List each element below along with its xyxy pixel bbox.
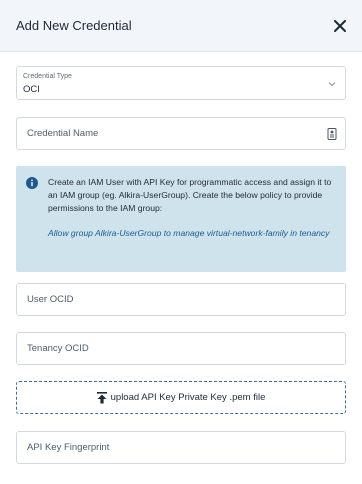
tenancy-ocid-placeholder: Tenancy OCID	[27, 343, 89, 354]
credential-type-value: OCI	[23, 84, 40, 95]
upload-label: upload API Key Private Key .pem file	[110, 392, 266, 403]
credential-name-placeholder: Credential Name	[27, 128, 99, 139]
api-key-fingerprint-field[interactable]: API Key Fingerprint	[16, 431, 346, 464]
dialog-title: Add New Credential	[16, 18, 132, 33]
upload-pem-button[interactable]: upload API Key Private Key .pem file	[16, 381, 346, 414]
info-text: Create an IAM User with API Key for prog…	[48, 177, 332, 213]
id-card-icon	[327, 128, 337, 140]
info-box: Create an IAM User with API Key for prog…	[16, 166, 346, 272]
chevron-down-icon[interactable]	[327, 79, 337, 89]
policy-text: Allow group Alkira-UserGroup to manage v…	[48, 228, 330, 238]
user-ocid-field[interactable]: User OCID	[16, 283, 346, 316]
close-icon[interactable]	[328, 14, 352, 38]
dialog-header: Add New Credential	[0, 0, 362, 52]
user-ocid-placeholder: User OCID	[27, 294, 74, 305]
info-icon	[26, 177, 38, 189]
credential-name-field[interactable]: Credential Name	[16, 117, 346, 150]
api-key-fingerprint-placeholder: API Key Fingerprint	[27, 442, 110, 453]
tenancy-ocid-field[interactable]: Tenancy OCID	[16, 332, 346, 365]
credential-type-label: Credential Type	[23, 73, 72, 80]
upload-icon	[96, 391, 107, 403]
credential-type-select[interactable]: Credential Type OCI	[16, 66, 346, 100]
